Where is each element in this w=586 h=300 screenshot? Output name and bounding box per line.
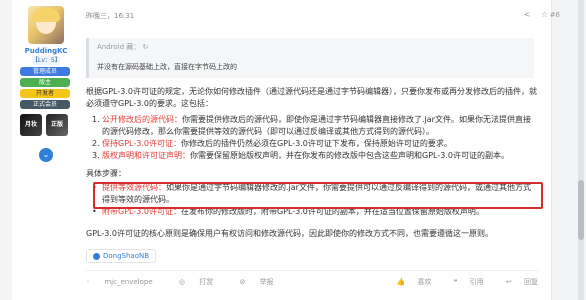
reply-label: 回复: [524, 278, 538, 286]
badge-member: 正式会员: [20, 100, 70, 109]
thumbs-up-icon: 👍: [396, 278, 408, 286]
quote-label: 引用: [469, 278, 484, 286]
list-item-title: 版权声明和许可证声明：: [102, 151, 190, 160]
footer-user[interactable]: ◦ mjc_envelope: [86, 278, 165, 286]
list-number: 1.: [92, 115, 100, 124]
author-level: 【Lv：5】: [32, 56, 61, 65]
signature-tag[interactable]: DongShaoNB: [86, 249, 157, 263]
list-item-title: 保持GPL-3.0许可证：: [102, 139, 181, 148]
badge-developer: 开发者: [20, 89, 70, 98]
divider: [86, 270, 538, 271]
intro-paragraph: 根据GPL-3.0许可证的规定，无论你如何修改插件（通过源代码还是通过字节码编辑…: [86, 87, 537, 108]
like-label: 喜欢: [417, 278, 432, 286]
share-icon[interactable]: <: [524, 10, 531, 19]
reply-button[interactable]: ↩ 回复: [496, 278, 538, 286]
footer-user-label: mjc_envelope: [104, 278, 153, 286]
quote-author[interactable]: Android 藏： ↻: [97, 42, 148, 52]
footer-right: 👍 喜欢 ❝ 引用 ↩ 回复: [376, 277, 538, 287]
like-button[interactable]: 👍 喜欢: [386, 278, 431, 286]
expand-chevron-icon[interactable]: ⌄: [39, 148, 53, 162]
floor-number[interactable]: #6: [550, 11, 560, 19]
tip-icon: ◎: [178, 278, 188, 286]
report-button[interactable]: ⊘ 举报: [239, 278, 285, 286]
post-footer: ◦ mjc_envelope ◎ 打赏 ⊘ 举报 👍 喜欢 ❝ 引用 ↩ 回复: [86, 277, 538, 291]
post-time: 昨晚三，16:31: [86, 12, 135, 20]
medal-2[interactable]: 正版: [46, 114, 68, 136]
medal-1[interactable]: 月妆: [20, 114, 42, 136]
requirements-list: 1. 公开修改后的源代码：你需要提供修改后的源代码，即使你是通过字节码编辑器直接…: [92, 114, 538, 162]
list-item-text: 你需要保留原始版权声明，并在你发布的修改版中包含这些声明和GPL-3.0许可证的…: [190, 151, 509, 160]
report-icon: ⊘: [239, 278, 248, 286]
quote-button[interactable]: ❝ 引用: [444, 278, 484, 286]
user-icon: ◦: [86, 278, 93, 286]
list-item-text: 你修改后的插件仍然必须在GPL-3.0许可证下发布，保持原始许可证的要求。: [180, 139, 452, 148]
quote-text: 并没有在源码基础上改，直接在字节码上改的: [97, 63, 237, 71]
star-icon[interactable]: ☆: [541, 10, 548, 19]
report-label: 举报: [259, 278, 274, 286]
closing-paragraph: GPL-3.0许可证的核心原则是确保用户有权访问和修改源代码，因此即使你的修改方…: [86, 229, 493, 238]
author-username[interactable]: PuddingKC: [18, 47, 74, 55]
tip-button[interactable]: ◎ 打赏: [179, 278, 225, 286]
list-item: 3. 版权声明和许可证声明：你需要保留原始版权声明，并在你发布的修改版中包含这些…: [92, 150, 538, 162]
avatar[interactable]: [28, 6, 64, 44]
badge-admin: 管理成员: [20, 67, 70, 76]
scrollbar-thumb[interactable]: [578, 180, 584, 240]
list-item: 1. 公开修改后的源代码：你需要提供修改后的源代码，即使你是通过字节码编辑器直接…: [92, 114, 538, 138]
list-number: 2.: [92, 139, 100, 148]
quote-icon: ❝: [453, 278, 460, 286]
header-actions: < ☆: [516, 10, 548, 19]
user-icon: [93, 252, 100, 260]
list-item-title: 公开修改后的源代码：: [102, 115, 182, 124]
list-item: 2. 保持GPL-3.0许可证：你修改后的插件仍然必须在GPL-3.0许可证下发…: [92, 138, 538, 150]
scrollbar-track[interactable]: [578, 0, 584, 300]
medals: 月妆 正版: [20, 114, 72, 136]
steps-heading: 具体步骤：: [86, 169, 126, 178]
author-panel: PuddingKC 【Lv：5】 管理成员 版主 开发者 正式会员 月妆 正版 …: [12, 0, 74, 300]
tip-label: 打赏: [199, 278, 214, 286]
quote-block: Android 藏： ↻ 并没有在源码基础上改，直接在字节码上改的: [86, 38, 534, 78]
badge-moderator: 版主: [20, 78, 70, 87]
signature-text: DongShaoNB: [103, 252, 150, 260]
reply-icon: ↩: [505, 278, 514, 286]
highlight-box: [93, 182, 543, 209]
list-number: 3.: [92, 151, 100, 160]
